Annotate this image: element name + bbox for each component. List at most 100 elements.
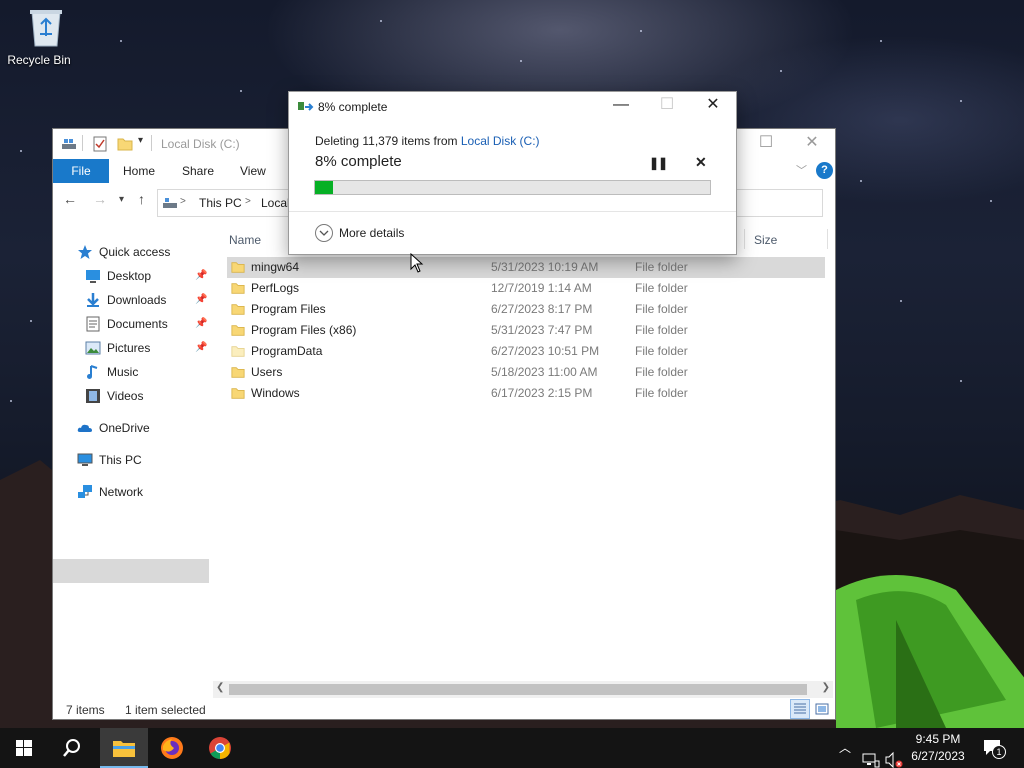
star xyxy=(860,180,862,182)
selection-highlight xyxy=(53,559,209,583)
start-button[interactable] xyxy=(0,728,48,768)
maximize-button: ☐ xyxy=(659,96,675,113)
file-name: PerfLogs xyxy=(251,281,300,295)
column-header-size[interactable]: Size xyxy=(754,233,777,247)
volume-muted-icon[interactable] xyxy=(884,740,904,768)
file-row-perflogs[interactable]: PerfLogs 12/7/2019 1:14 AM File folder xyxy=(227,278,825,299)
network-status-icon[interactable] xyxy=(862,740,880,768)
recycle-bin[interactable]: Recycle Bin xyxy=(6,6,72,76)
onedrive-cloud-icon xyxy=(77,424,92,432)
folder-icon xyxy=(231,388,245,399)
folder-icon xyxy=(231,262,245,273)
folder-icon xyxy=(231,283,245,294)
forward-button[interactable]: → xyxy=(93,191,107,207)
pause-button[interactable]: ❚❚ xyxy=(649,156,668,170)
column-header-name[interactable]: Name xyxy=(229,233,261,247)
expand-chevron-icon[interactable] xyxy=(315,224,333,242)
back-button[interactable]: ← xyxy=(63,191,77,207)
file-date: 5/18/2023 11:00 AM xyxy=(491,365,598,379)
file-type: File folder xyxy=(635,344,688,358)
file-operation-icon xyxy=(298,102,314,111)
pin-icon: 📌 xyxy=(195,270,208,281)
properties-icon[interactable] xyxy=(93,136,107,152)
sidebar-item-label: OneDrive xyxy=(99,421,150,435)
show-hidden-icons-chevron-icon[interactable]: ︿ xyxy=(839,739,851,768)
column-separator[interactable] xyxy=(827,229,828,249)
sidebar-item-label: Desktop xyxy=(107,269,152,283)
recycle-bin-label: Recycle Bin xyxy=(7,53,71,67)
expand-ribbon-icon[interactable]: ﹀ xyxy=(796,162,807,178)
file-row-program-files[interactable]: Program Files 6/27/2023 8:17 PM File fol… xyxy=(227,299,825,320)
star xyxy=(880,40,882,42)
chrome-icon xyxy=(209,737,231,759)
folder-icon xyxy=(231,304,245,315)
downloads-icon xyxy=(87,293,99,307)
pin-icon: 📌 xyxy=(195,294,208,305)
customize-quick-access-icon[interactable]: ▾ xyxy=(138,135,143,146)
scroll-left-arrow-icon[interactable]: ❮ xyxy=(216,682,224,693)
breadcrumb-local-disk[interactable]: Local xyxy=(261,196,290,210)
more-details-button[interactable]: More details xyxy=(339,226,404,240)
pin-icon: 📌 xyxy=(195,318,208,329)
cancel-button[interactable]: ✕ xyxy=(695,154,707,171)
file-row-users[interactable]: Users 5/18/2023 11:00 AM File folder xyxy=(227,362,825,383)
file-row-windows[interactable]: Windows 6/17/2023 2:15 PM File folder xyxy=(227,383,825,404)
up-button[interactable]: ↑ xyxy=(138,191,145,207)
music-icon xyxy=(87,365,98,379)
tab-file[interactable]: File xyxy=(53,159,109,183)
taskbar: ︿ 9:45 PM 6/27/2023 1 xyxy=(0,728,1024,768)
action-center-button[interactable]: 1 xyxy=(982,738,1006,759)
clock-time: 9:45 PM xyxy=(915,732,961,746)
file-name: mingw64 xyxy=(251,260,300,274)
file-name: Program Files xyxy=(251,302,326,316)
file-row-mingw64[interactable]: mingw64 5/31/2023 10:19 AM File folder xyxy=(227,257,825,278)
item-count: 7 items xyxy=(66,703,105,717)
file-explorer-icon xyxy=(113,741,135,757)
new-folder-icon[interactable] xyxy=(117,136,133,152)
taskbar-chrome[interactable] xyxy=(196,728,244,768)
dialog-title: 8% complete xyxy=(318,100,388,114)
details-view-icon xyxy=(794,703,806,714)
close-button[interactable]: ✕ xyxy=(690,92,736,120)
notification-count-badge: 1 xyxy=(992,745,1006,759)
pictures-icon xyxy=(85,341,101,355)
file-row-programdata[interactable]: ProgramData 6/27/2023 10:51 PM File fold… xyxy=(227,341,825,362)
breadcrumb-separator: > xyxy=(245,196,251,207)
progress-bar-fill xyxy=(315,181,333,194)
scrollbar-thumb[interactable] xyxy=(229,684,807,695)
star xyxy=(900,300,902,302)
source-drive-link[interactable]: Local Disk (C:) xyxy=(461,134,540,148)
pin-icon: 📌 xyxy=(195,342,208,353)
details-view-button[interactable] xyxy=(790,699,810,719)
recent-locations-chevron-icon[interactable]: ▾ xyxy=(119,194,124,205)
column-separator[interactable] xyxy=(744,229,745,249)
tab-view[interactable]: View xyxy=(240,159,266,183)
taskbar-firefox[interactable] xyxy=(148,728,196,768)
star xyxy=(990,200,992,202)
mouse-cursor-icon xyxy=(410,253,424,273)
file-date: 5/31/2023 10:19 AM xyxy=(491,260,599,274)
minimize-button[interactable]: — xyxy=(598,92,644,120)
maximize-button[interactable]: ☐ xyxy=(743,129,789,159)
file-row-program-files-x86[interactable]: Program Files (x86) 5/31/2023 7:47 PM Fi… xyxy=(227,320,825,341)
breadcrumb-this-pc[interactable]: This PC xyxy=(199,196,242,210)
desktop-icon xyxy=(86,270,100,283)
drive-icon xyxy=(62,139,76,149)
sidebar-item-label: Network xyxy=(99,485,144,499)
system-clock[interactable]: 9:45 PM 6/27/2023 xyxy=(904,731,972,765)
large-icons-view-button[interactable] xyxy=(812,699,832,719)
tab-home[interactable]: Home xyxy=(123,159,155,183)
navigation-pane: Quick access Desktop 📌 Downloads 📌 Docum… xyxy=(53,239,209,699)
scroll-right-arrow-icon[interactable]: ❯ xyxy=(822,682,830,693)
search-button[interactable] xyxy=(48,728,96,768)
tab-share[interactable]: Share xyxy=(182,159,214,183)
delete-progress-dialog[interactable]: 8% complete — ☐ ✕ Deleting 11,379 items … xyxy=(288,91,737,255)
taskbar-file-explorer[interactable] xyxy=(100,728,148,768)
folder-hidden-icon xyxy=(231,346,245,357)
close-button[interactable]: ✕ xyxy=(789,129,835,159)
help-button[interactable]: ? xyxy=(816,162,833,179)
star xyxy=(120,40,122,42)
large-icons-view-icon xyxy=(815,703,829,715)
horizontal-scrollbar[interactable]: ❮ ❯ xyxy=(213,681,833,698)
status-bar: 7 items 1 item selected xyxy=(53,699,835,721)
